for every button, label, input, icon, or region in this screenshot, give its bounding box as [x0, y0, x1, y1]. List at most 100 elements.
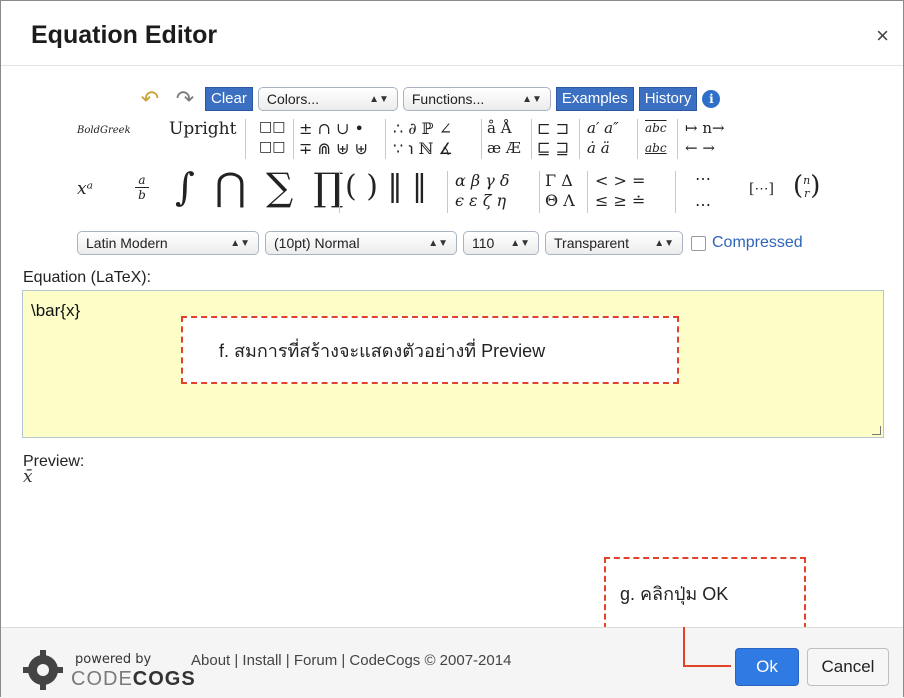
- palette-greek-row2[interactable]: ϵ ε ζ η: [455, 191, 506, 210]
- clear-button[interactable]: Clear: [205, 87, 253, 111]
- separator: [675, 171, 676, 213]
- footer-links[interactable]: About | Install | Forum | CodeCogs © 200…: [191, 652, 511, 669]
- dpi-select-value: 110: [472, 235, 495, 251]
- examples-button[interactable]: Examples: [555, 87, 634, 111]
- undo-icon[interactable]: ↶: [135, 86, 165, 111]
- colors-select[interactable]: Colors... ▲▼: [257, 87, 398, 111]
- palette-wide-row2[interactable]: abc: [645, 141, 667, 155]
- separator: [539, 171, 540, 213]
- separator: [579, 119, 580, 159]
- palette-cap-greek-row1[interactable]: Γ Δ: [545, 171, 573, 190]
- history-button[interactable]: History: [638, 87, 698, 111]
- callout-f-text: f. สมการที่สร้างจะแสดงตัวอย่างที่ Previe…: [219, 340, 546, 361]
- palette-logic-row2[interactable]: ∵ ℩ ℕ ∡: [393, 139, 453, 158]
- palette-binops-row2[interactable]: ∓ ⋒ ⊎ ⊎: [299, 139, 368, 158]
- dialog-header: Equation Editor ×: [1, 1, 903, 66]
- palette-sets-row1[interactable]: ⊏ ⊐: [537, 119, 569, 138]
- chevron-updown-icon: ▲▼: [230, 237, 250, 249]
- powered-by-text: powered by: [75, 652, 152, 667]
- separator: [481, 119, 482, 159]
- fraction-numerator: a: [135, 173, 149, 188]
- palette-logic-row1[interactable]: ∴ ∂ ℙ ∠: [393, 119, 452, 138]
- palette-big-operators[interactable]: ∫ ⋂ ∑ ∏: [175, 165, 348, 209]
- palette-binops-row1[interactable]: ± ∩ ∪ •: [299, 119, 364, 138]
- wordmark-light: CODE: [71, 668, 133, 690]
- separator: [339, 171, 340, 213]
- functions-select-value: Functions...: [411, 91, 485, 107]
- palette-cap-greek-row2[interactable]: Θ Λ: [545, 191, 575, 210]
- font-select[interactable]: Latin Modern ▲▼: [77, 231, 259, 255]
- palette-bold-greek[interactable]: BoldGreek: [77, 125, 131, 136]
- chevron-updown-icon: ▲▼: [654, 237, 674, 249]
- dialog-title: Equation Editor: [31, 21, 218, 49]
- palette-accents-row1[interactable]: å Å: [487, 119, 512, 137]
- functions-select[interactable]: Functions... ▲▼: [402, 87, 551, 111]
- equation-editor-dialog: Equation Editor × ↶ ↷ Clear Colors... ▲▼…: [0, 0, 904, 698]
- background-select-value: Transparent: [554, 235, 629, 251]
- palette-fraction[interactable]: a b: [135, 173, 149, 202]
- cancel-button[interactable]: Cancel: [807, 648, 889, 686]
- chevron-updown-icon: ▲▼: [510, 237, 530, 249]
- palette-upright[interactable]: Upright: [169, 119, 236, 139]
- chevron-updown-icon: ▲▼: [522, 93, 542, 105]
- ok-button[interactable]: Ok: [735, 648, 799, 686]
- chevron-updown-icon: ▲▼: [428, 237, 448, 249]
- dpi-select[interactable]: 110 ▲▼: [463, 231, 539, 255]
- palette-sets-row2[interactable]: ⊑ ⊒: [537, 139, 569, 158]
- binomial-bottom: r: [804, 187, 810, 200]
- separator: [447, 171, 448, 213]
- palette-primes-row2[interactable]: ȧ ä: [587, 139, 610, 157]
- palette-brackets[interactable]: ( ) ‖ ‖: [345, 169, 427, 204]
- font-select-value: Latin Modern: [86, 235, 168, 251]
- callout-f: f. สมการที่สร้างจะแสดงตัวอย่างที่ Previe…: [181, 316, 679, 384]
- compressed-checkbox[interactable]: [691, 235, 706, 251]
- info-icon[interactable]: i: [702, 90, 721, 108]
- palette-arrows-row1[interactable]: ↦ n→: [685, 119, 725, 137]
- callout-connector: [683, 627, 685, 667]
- palette-binomial[interactable]: (n r): [793, 171, 820, 201]
- separator: [637, 119, 638, 159]
- callout-g: g. คลิกปุ่ม OK: [604, 557, 806, 629]
- palette-relations-row2[interactable]: ≤ ≥ ≐: [595, 191, 645, 210]
- binomial-top: n: [803, 174, 811, 187]
- separator: [531, 119, 532, 159]
- resize-handle-icon[interactable]: [872, 426, 881, 435]
- latex-text: \bar{x}: [31, 301, 81, 320]
- palette-greek-row1[interactable]: α β γ δ: [455, 171, 510, 190]
- dialog-footer: powered by CODECOGS About | Install | Fo…: [1, 627, 903, 698]
- codecogs-logo-icon: [23, 650, 63, 690]
- palette-boxes-row1[interactable]: □□: [259, 119, 285, 135]
- palette-dots-row2[interactable]: …: [695, 191, 711, 210]
- callout-g-text: g. คลิกปุ่ม OK: [620, 583, 729, 604]
- close-icon[interactable]: ×: [876, 25, 889, 47]
- toolbar: ↶ ↷ Clear Colors... ▲▼ Functions... ▲▼ E…: [135, 86, 721, 112]
- separator: [587, 171, 588, 213]
- compressed-label[interactable]: Compressed: [712, 234, 803, 252]
- separator: [385, 119, 386, 159]
- palette-relations-row1[interactable]: < > =: [595, 171, 645, 190]
- separator: [293, 119, 294, 159]
- palette-arrows-row2[interactable]: ← →: [685, 139, 715, 157]
- palette-power[interactable]: xᵃ: [77, 179, 93, 199]
- chevron-updown-icon: ▲▼: [369, 93, 389, 105]
- preview-render: x̄: [23, 467, 33, 487]
- palette-dots-row1[interactable]: ⋯: [695, 169, 711, 188]
- palette-wide-row1[interactable]: abc: [645, 121, 667, 135]
- size-select-value: (10pt) Normal: [274, 235, 360, 251]
- palette-matrix[interactable]: [⋯]: [749, 181, 774, 197]
- wordmark-bold: COGS: [132, 668, 196, 690]
- render-options: Latin Modern ▲▼ (10pt) Normal ▲▼ 110 ▲▼ …: [77, 231, 803, 255]
- codecogs-wordmark: CODECOGS: [71, 668, 196, 691]
- equation-label: Equation (LaTeX):: [23, 269, 152, 286]
- palette-boxes-row2[interactable]: □□: [259, 139, 285, 155]
- fraction-denominator: b: [138, 188, 146, 202]
- colors-select-value: Colors...: [266, 91, 319, 107]
- background-select[interactable]: Transparent ▲▼: [545, 231, 683, 255]
- redo-icon[interactable]: ↷: [170, 86, 200, 111]
- size-select[interactable]: (10pt) Normal ▲▼: [265, 231, 457, 255]
- separator: [677, 119, 678, 159]
- palette-accents-row2[interactable]: æ Æ: [487, 139, 521, 157]
- palette-primes-row1[interactable]: a′ a″: [587, 119, 619, 137]
- separator: [245, 119, 246, 159]
- callout-connector: [683, 665, 731, 667]
